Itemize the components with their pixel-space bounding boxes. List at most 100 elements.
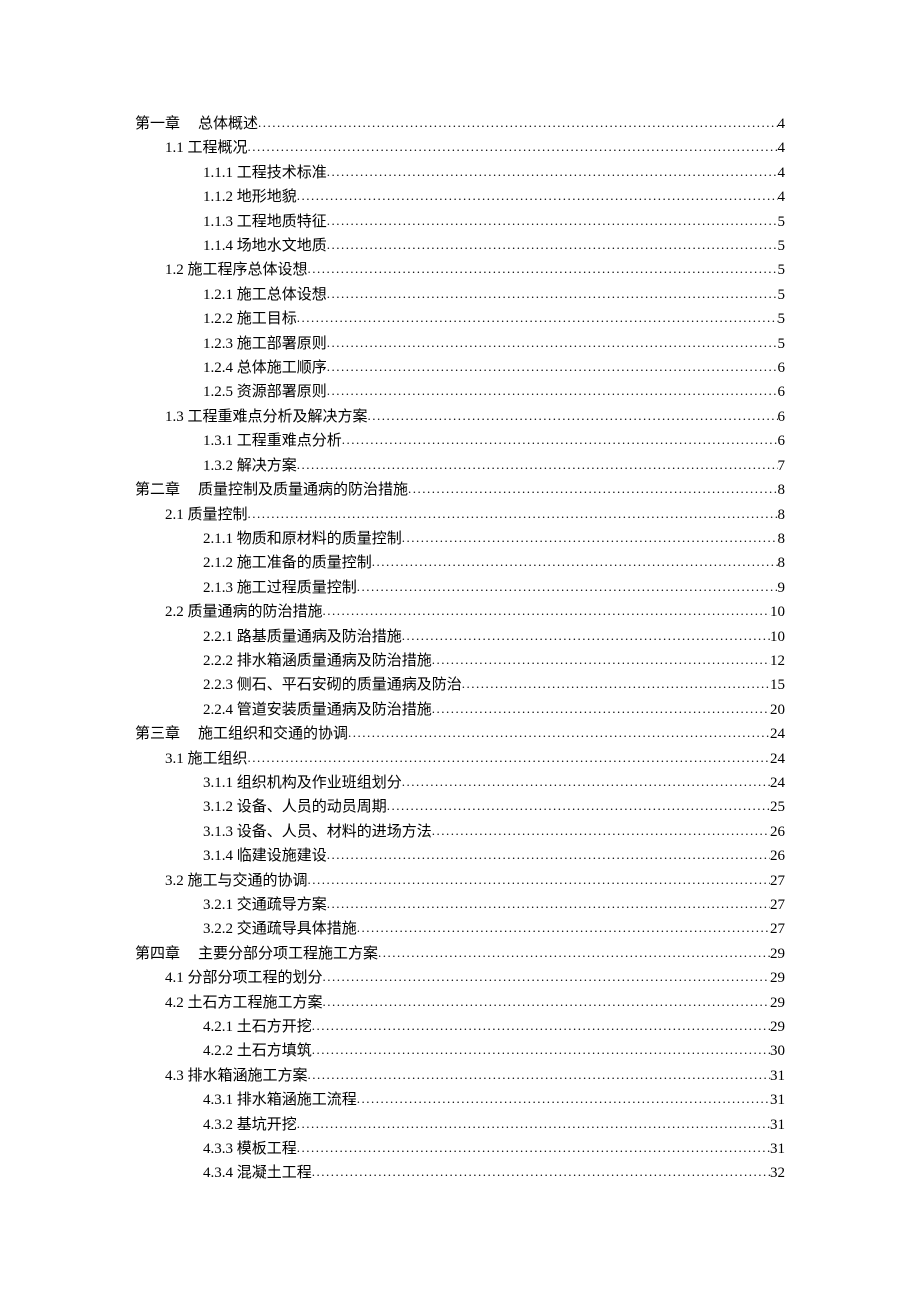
toc-entry[interactable]: 4.3.1 排水箱涵施工流程31 [135,1088,785,1112]
toc-entry[interactable]: 4.3.2 基坑开挖31 [135,1113,785,1137]
toc-title: 4.3 排水箱涵施工方案 [165,1064,308,1088]
toc-entry[interactable]: 1.1.1 工程技术标准 4 [135,161,785,185]
toc-entry[interactable]: 2.2 质量通病的防治措施 10 [135,600,785,624]
toc-entry[interactable]: 4.1 分部分项工程的划分29 [135,966,785,990]
toc-title: 4.3.2 基坑开挖 [203,1113,297,1137]
toc-entry[interactable]: 3.1 施工组织24 [135,747,785,771]
toc-page-number: 4 [778,136,786,160]
toc-leader-dots [327,331,778,355]
toc-entry[interactable]: 4.3.4 混凝土工程 32 [135,1161,785,1185]
toc-leader-dots [372,550,778,574]
toc-entry[interactable]: 2.1.3 施工过程质量控制9 [135,576,785,600]
toc-entry[interactable]: 2.2.1 路基质量通病及防治措施10 [135,625,785,649]
toc-entry[interactable]: 第四章主要分部分项工程施工方案 29 [135,942,785,966]
toc-page-number: 27 [770,917,785,941]
toc-entry[interactable]: 第一章总体概述4 [135,112,785,136]
toc-entry[interactable]: 2.2.4 管道安装质量通病及防治措施20 [135,698,785,722]
toc-page-number: 4 [778,161,786,185]
toc-entry[interactable]: 1.1.3 工程地质特征5 [135,210,785,234]
toc-page-number: 29 [770,942,785,966]
toc-entry[interactable]: 4.2.2 土石方填筑30 [135,1039,785,1063]
toc-entry[interactable]: 3.1.2 设备、人员的动员周期25 [135,795,785,819]
toc-leader-dots [327,892,770,916]
toc-leader-dots [402,770,770,794]
toc-title: 主要分部分项工程施工方案 [198,942,378,966]
toc-title: 4.2.1 土石方开挖 [203,1015,312,1039]
toc-page-number: 10 [770,625,785,649]
toc-entry[interactable]: 1.2.1 施工总体设想5 [135,283,785,307]
toc-entry[interactable]: 1.1 工程概况4 [135,136,785,160]
toc-entry[interactable]: 1.2.5 资源部署原则6 [135,380,785,404]
toc-title: 1.3.1 工程重难点分析 [203,429,342,453]
toc-entry[interactable]: 1.2.4 总体施工顺序6 [135,356,785,380]
toc-page-number: 29 [770,1015,785,1039]
toc-page-number: 15 [770,673,785,697]
toc-leader-dots [342,428,778,452]
toc-page-number: 27 [770,893,785,917]
toc-entry[interactable]: 3.2.2 交通疏导具体措施27 [135,917,785,941]
toc-title: 3.1 施工组织 [165,747,248,771]
toc-title: 4.2 土石方工程施工方案 [165,991,323,1015]
toc-entry[interactable]: 3.1.1 组织机构及作业班组划分24 [135,771,785,795]
toc-leader-dots [402,624,770,648]
toc-title: 1.1.1 工程技术标准 [203,161,327,185]
toc-page-number: 6 [778,405,786,429]
toc-entry[interactable]: 1.1.4 场地水文地质5 [135,234,785,258]
toc-page-number: 10 [770,600,785,624]
toc-page-number: 7 [778,454,786,478]
toc-entry[interactable]: 第二章质量控制及质量通病的防治措施8 [135,478,785,502]
toc-entry[interactable]: 1.3 工程重难点分析及解决方案6 [135,405,785,429]
toc-page-number: 26 [770,820,785,844]
toc-entry[interactable]: 3.2 施工与交通的协调27 [135,869,785,893]
toc-leader-dots [308,1063,770,1087]
toc-entry[interactable]: 2.1 质量控制8 [135,503,785,527]
toc-title: 4.3.4 混凝土工程 [203,1161,312,1185]
toc-entry[interactable]: 第三章施工组织和交通的协调24 [135,722,785,746]
toc-leader-dots [327,209,778,233]
toc-title: 1.1.2 地形地貌 [203,185,297,209]
toc-entry[interactable]: 1.2.3 施工部署原则 5 [135,332,785,356]
toc-title: 3.2 施工与交通的协调 [165,869,308,893]
toc-title: 2.2.3 侧石、平石安砌的质量通病及防治 [203,673,462,697]
toc-page-number: 5 [778,332,786,356]
toc-entry[interactable]: 1.3.1 工程重难点分析6 [135,429,785,453]
toc-leader-dots [308,868,770,892]
toc-title: 2.1.1 物质和原材料的质量控制 [203,527,402,551]
toc-page-number: 6 [778,356,786,380]
toc-leader-dots [408,477,777,501]
toc-entry[interactable]: 2.2.2 排水箱涵质量通病及防治措施12 [135,649,785,673]
toc-title: 2.2 质量通病的防治措施 [165,600,323,624]
toc-entry[interactable]: 3.1.3 设备、人员、材料的进场方法26 [135,820,785,844]
toc-leader-dots [312,1160,770,1184]
toc-entry[interactable]: 3.2.1 交通疏导方案27 [135,893,785,917]
toc-page-number: 8 [778,551,786,575]
toc-page-number: 25 [770,795,785,819]
toc-page-number: 8 [778,503,786,527]
toc-page-number: 4 [778,112,786,136]
toc-chapter-label: 第四章 [135,942,180,966]
toc-page-number: 32 [770,1161,785,1185]
toc-entry[interactable]: 2.1.2 施工准备的质量控制8 [135,551,785,575]
toc-leader-dots [432,819,770,843]
toc-entry[interactable]: 1.1.2 地形地貌4 [135,185,785,209]
toc-leader-dots [378,941,770,965]
toc-entry[interactable]: 4.2 土石方工程施工方案29 [135,991,785,1015]
toc-leader-dots [323,990,770,1014]
toc-entry[interactable]: 1.2.2 施工目标5 [135,307,785,331]
toc-entry[interactable]: 4.2.1 土石方开挖 29 [135,1015,785,1039]
toc-title: 1.2.2 施工目标 [203,307,297,331]
toc-entry[interactable]: 2.1.1 物质和原材料的质量控制8 [135,527,785,551]
toc-leader-dots [258,111,777,135]
toc-entry[interactable]: 1.3.2 解决方案 7 [135,454,785,478]
toc-page-number: 5 [778,234,786,258]
toc-leader-dots [327,355,778,379]
toc-entry[interactable]: 3.1.4 临建设施建设26 [135,844,785,868]
toc-entry[interactable]: 2.2.3 侧石、平石安砌的质量通病及防治 15 [135,673,785,697]
toc-leader-dots [368,404,778,428]
toc-title: 1.2.3 施工部署原则 [203,332,327,356]
toc-title: 1.3.2 解决方案 [203,454,297,478]
toc-entry[interactable]: 1.2 施工程序总体设想5 [135,258,785,282]
toc-entry[interactable]: 4.3.3 模板工程31 [135,1137,785,1161]
toc-chapter-label: 第三章 [135,722,180,746]
toc-entry[interactable]: 4.3 排水箱涵施工方案31 [135,1064,785,1088]
